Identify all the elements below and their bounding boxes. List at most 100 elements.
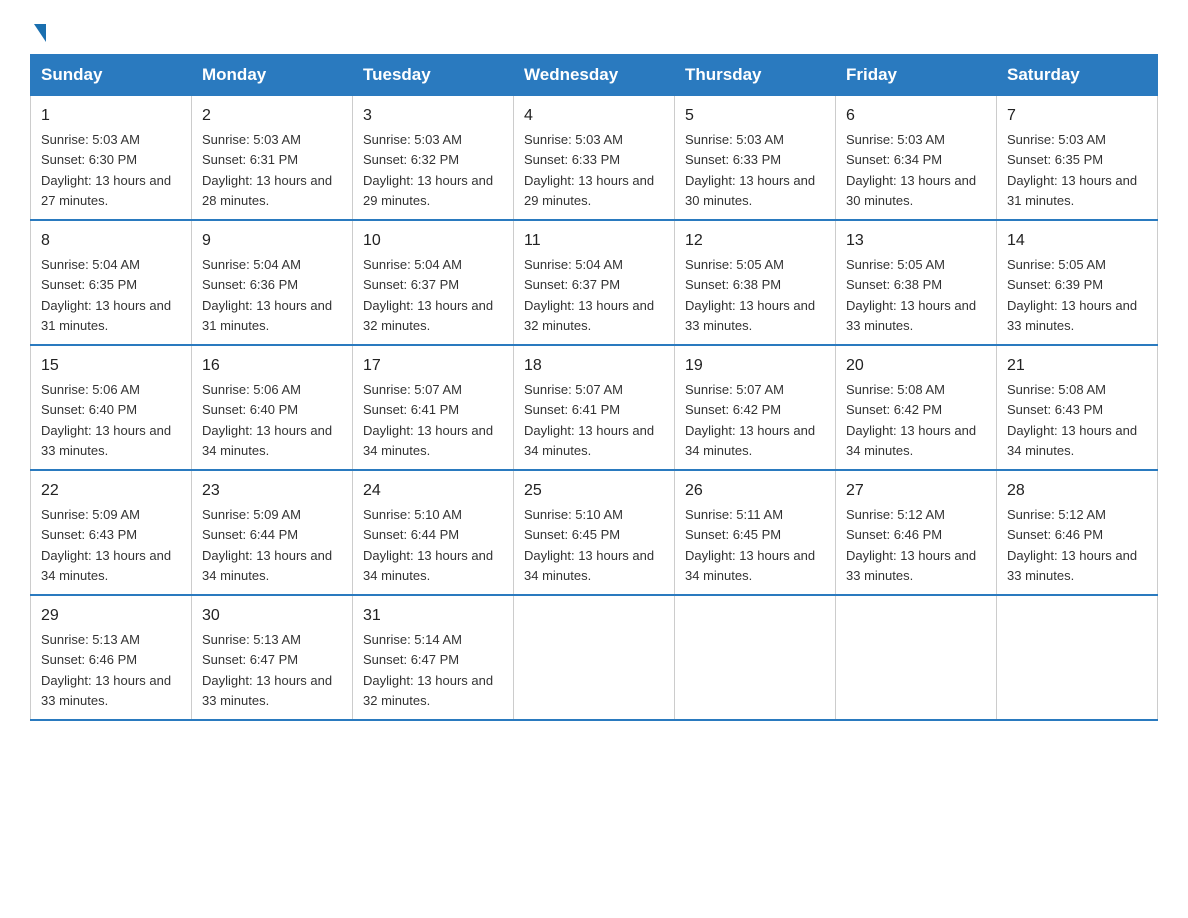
calendar-cell: 24 Sunrise: 5:10 AMSunset: 6:44 PMDayligh… <box>353 470 514 595</box>
calendar-cell: 1 Sunrise: 5:03 AMSunset: 6:30 PMDaylight… <box>31 96 192 221</box>
day-info: Sunrise: 5:07 AMSunset: 6:41 PMDaylight:… <box>363 382 493 458</box>
day-number: 31 <box>363 604 503 628</box>
day-number: 15 <box>41 354 181 378</box>
calendar-cell: 18 Sunrise: 5:07 AMSunset: 6:41 PMDayligh… <box>514 345 675 470</box>
day-info: Sunrise: 5:14 AMSunset: 6:47 PMDaylight:… <box>363 632 493 708</box>
day-info: Sunrise: 5:05 AMSunset: 6:39 PMDaylight:… <box>1007 257 1137 333</box>
day-info: Sunrise: 5:04 AMSunset: 6:37 PMDaylight:… <box>524 257 654 333</box>
day-number: 21 <box>1007 354 1147 378</box>
calendar-week-row: 29 Sunrise: 5:13 AMSunset: 6:46 PMDayligh… <box>31 595 1158 720</box>
calendar-cell: 7 Sunrise: 5:03 AMSunset: 6:35 PMDaylight… <box>997 96 1158 221</box>
day-number: 2 <box>202 104 342 128</box>
day-number: 12 <box>685 229 825 253</box>
calendar-cell <box>675 595 836 720</box>
day-number: 28 <box>1007 479 1147 503</box>
calendar-cell: 12 Sunrise: 5:05 AMSunset: 6:38 PMDayligh… <box>675 220 836 345</box>
calendar-body: 1 Sunrise: 5:03 AMSunset: 6:30 PMDaylight… <box>31 96 1158 721</box>
weekday-header-wednesday: Wednesday <box>514 55 675 96</box>
day-info: Sunrise: 5:04 AMSunset: 6:36 PMDaylight:… <box>202 257 332 333</box>
calendar-cell: 2 Sunrise: 5:03 AMSunset: 6:31 PMDaylight… <box>192 96 353 221</box>
calendar-cell: 23 Sunrise: 5:09 AMSunset: 6:44 PMDayligh… <box>192 470 353 595</box>
day-info: Sunrise: 5:03 AMSunset: 6:33 PMDaylight:… <box>524 132 654 208</box>
calendar-week-row: 8 Sunrise: 5:04 AMSunset: 6:35 PMDaylight… <box>31 220 1158 345</box>
day-info: Sunrise: 5:12 AMSunset: 6:46 PMDaylight:… <box>846 507 976 583</box>
calendar-cell: 17 Sunrise: 5:07 AMSunset: 6:41 PMDayligh… <box>353 345 514 470</box>
day-info: Sunrise: 5:12 AMSunset: 6:46 PMDaylight:… <box>1007 507 1137 583</box>
day-info: Sunrise: 5:06 AMSunset: 6:40 PMDaylight:… <box>41 382 171 458</box>
day-number: 25 <box>524 479 664 503</box>
day-info: Sunrise: 5:10 AMSunset: 6:45 PMDaylight:… <box>524 507 654 583</box>
calendar-cell: 19 Sunrise: 5:07 AMSunset: 6:42 PMDayligh… <box>675 345 836 470</box>
day-info: Sunrise: 5:03 AMSunset: 6:31 PMDaylight:… <box>202 132 332 208</box>
logo <box>30 20 48 44</box>
day-info: Sunrise: 5:03 AMSunset: 6:30 PMDaylight:… <box>41 132 171 208</box>
calendar-cell: 16 Sunrise: 5:06 AMSunset: 6:40 PMDayligh… <box>192 345 353 470</box>
day-number: 20 <box>846 354 986 378</box>
day-number: 23 <box>202 479 342 503</box>
day-info: Sunrise: 5:04 AMSunset: 6:35 PMDaylight:… <box>41 257 171 333</box>
weekday-header-tuesday: Tuesday <box>353 55 514 96</box>
calendar-cell: 3 Sunrise: 5:03 AMSunset: 6:32 PMDaylight… <box>353 96 514 221</box>
day-number: 9 <box>202 229 342 253</box>
calendar-cell: 26Sunrise: 5:11 AMSunset: 6:45 PMDayligh… <box>675 470 836 595</box>
weekday-header-row: SundayMondayTuesdayWednesdayThursdayFrid… <box>31 55 1158 96</box>
calendar-week-row: 1 Sunrise: 5:03 AMSunset: 6:30 PMDaylight… <box>31 96 1158 221</box>
day-number: 10 <box>363 229 503 253</box>
day-number: 29 <box>41 604 181 628</box>
day-number: 17 <box>363 354 503 378</box>
logo-triangle-icon <box>34 24 46 42</box>
day-info: Sunrise: 5:03 AMSunset: 6:35 PMDaylight:… <box>1007 132 1137 208</box>
calendar-cell: 31 Sunrise: 5:14 AMSunset: 6:47 PMDayligh… <box>353 595 514 720</box>
weekday-header-friday: Friday <box>836 55 997 96</box>
day-info: Sunrise: 5:05 AMSunset: 6:38 PMDaylight:… <box>846 257 976 333</box>
weekday-header-saturday: Saturday <box>997 55 1158 96</box>
calendar-cell: 20 Sunrise: 5:08 AMSunset: 6:42 PMDayligh… <box>836 345 997 470</box>
day-info: Sunrise: 5:03 AMSunset: 6:32 PMDaylight:… <box>363 132 493 208</box>
day-info: Sunrise: 5:03 AMSunset: 6:33 PMDaylight:… <box>685 132 815 208</box>
day-info: Sunrise: 5:05 AMSunset: 6:38 PMDaylight:… <box>685 257 815 333</box>
day-number: 22 <box>41 479 181 503</box>
calendar-cell: 28 Sunrise: 5:12 AMSunset: 6:46 PMDayligh… <box>997 470 1158 595</box>
day-info: Sunrise: 5:13 AMSunset: 6:47 PMDaylight:… <box>202 632 332 708</box>
day-number: 30 <box>202 604 342 628</box>
day-number: 27 <box>846 479 986 503</box>
logo-blue-text <box>30 26 48 44</box>
calendar-cell <box>514 595 675 720</box>
day-number: 7 <box>1007 104 1147 128</box>
day-number: 1 <box>41 104 181 128</box>
calendar-cell: 4 Sunrise: 5:03 AMSunset: 6:33 PMDaylight… <box>514 96 675 221</box>
day-info: Sunrise: 5:10 AMSunset: 6:44 PMDaylight:… <box>363 507 493 583</box>
calendar-cell: 22 Sunrise: 5:09 AMSunset: 6:43 PMDayligh… <box>31 470 192 595</box>
day-info: Sunrise: 5:09 AMSunset: 6:44 PMDaylight:… <box>202 507 332 583</box>
calendar-header: SundayMondayTuesdayWednesdayThursdayFrid… <box>31 55 1158 96</box>
day-number: 3 <box>363 104 503 128</box>
calendar-cell: 15 Sunrise: 5:06 AMSunset: 6:40 PMDayligh… <box>31 345 192 470</box>
weekday-header-monday: Monday <box>192 55 353 96</box>
calendar-cell: 9 Sunrise: 5:04 AMSunset: 6:36 PMDaylight… <box>192 220 353 345</box>
day-number: 18 <box>524 354 664 378</box>
calendar-week-row: 15 Sunrise: 5:06 AMSunset: 6:40 PMDayligh… <box>31 345 1158 470</box>
day-number: 6 <box>846 104 986 128</box>
calendar-cell <box>836 595 997 720</box>
calendar-cell: 13 Sunrise: 5:05 AMSunset: 6:38 PMDayligh… <box>836 220 997 345</box>
day-info: Sunrise: 5:07 AMSunset: 6:42 PMDaylight:… <box>685 382 815 458</box>
calendar-cell: 8 Sunrise: 5:04 AMSunset: 6:35 PMDaylight… <box>31 220 192 345</box>
day-info: Sunrise: 5:06 AMSunset: 6:40 PMDaylight:… <box>202 382 332 458</box>
day-number: 19 <box>685 354 825 378</box>
calendar-week-row: 22 Sunrise: 5:09 AMSunset: 6:43 PMDayligh… <box>31 470 1158 595</box>
day-number: 14 <box>1007 229 1147 253</box>
day-number: 8 <box>41 229 181 253</box>
day-info: Sunrise: 5:07 AMSunset: 6:41 PMDaylight:… <box>524 382 654 458</box>
weekday-header-sunday: Sunday <box>31 55 192 96</box>
day-number: 4 <box>524 104 664 128</box>
day-number: 16 <box>202 354 342 378</box>
day-info: Sunrise: 5:04 AMSunset: 6:37 PMDaylight:… <box>363 257 493 333</box>
calendar-cell: 10 Sunrise: 5:04 AMSunset: 6:37 PMDayligh… <box>353 220 514 345</box>
day-number: 13 <box>846 229 986 253</box>
day-info: Sunrise: 5:13 AMSunset: 6:46 PMDaylight:… <box>41 632 171 708</box>
day-info: Sunrise: 5:09 AMSunset: 6:43 PMDaylight:… <box>41 507 171 583</box>
day-info: Sunrise: 5:08 AMSunset: 6:42 PMDaylight:… <box>846 382 976 458</box>
day-number: 24 <box>363 479 503 503</box>
calendar-cell: 21Sunrise: 5:08 AMSunset: 6:43 PMDayligh… <box>997 345 1158 470</box>
day-number: 5 <box>685 104 825 128</box>
